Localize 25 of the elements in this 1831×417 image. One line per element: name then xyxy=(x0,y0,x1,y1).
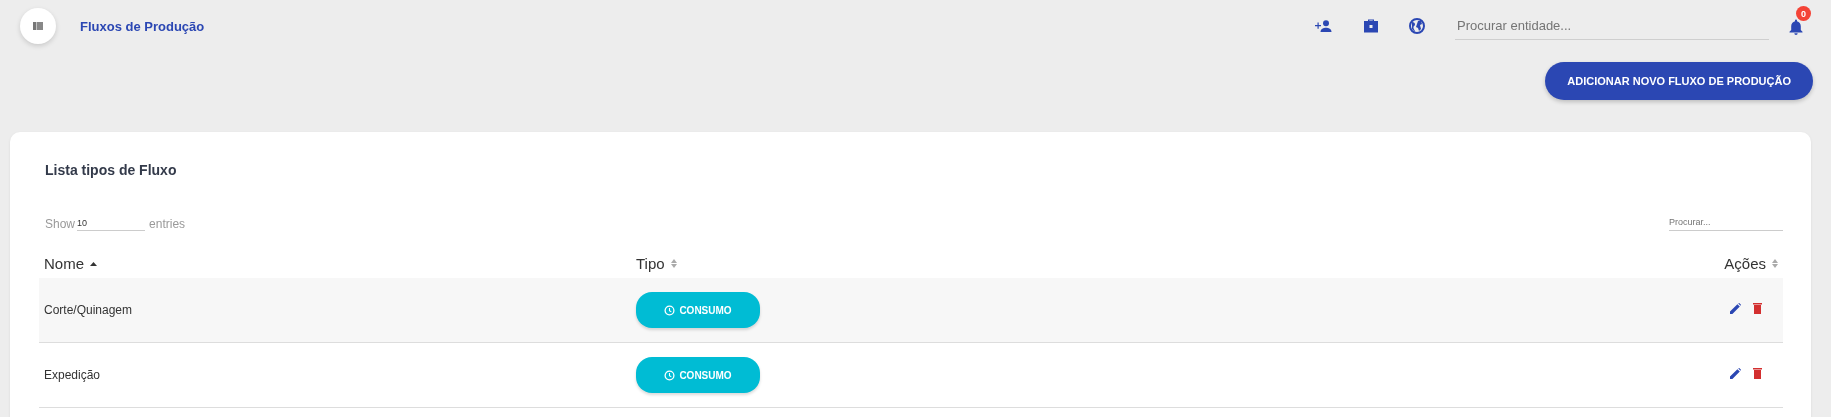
add-flow-button[interactable]: ADICIONAR NOVO FLUXO DE PRODUÇÃO xyxy=(1545,62,1813,100)
entries-label: entries xyxy=(149,217,186,231)
edit-icon[interactable] xyxy=(1730,368,1741,379)
table-cell: Expedição xyxy=(44,368,101,382)
clock-icon xyxy=(664,304,676,316)
notification-badge: 0 xyxy=(1796,6,1811,21)
bell-icon[interactable] xyxy=(1789,19,1803,35)
delete-icon[interactable] xyxy=(1753,368,1762,379)
show-label: Show xyxy=(45,217,76,231)
toolbox-icon[interactable] xyxy=(1363,19,1379,33)
menu-button[interactable] xyxy=(20,8,56,44)
column-header[interactable]: Nome xyxy=(44,255,84,272)
column-header[interactable]: Ações xyxy=(1724,255,1766,272)
clock-icon xyxy=(664,369,676,381)
edit-icon[interactable] xyxy=(1730,303,1741,314)
card-title: Lista tipos de Fluxo xyxy=(44,162,178,178)
menu-icon xyxy=(33,22,43,30)
column-header[interactable]: Tipo xyxy=(636,255,665,272)
entity-search-field[interactable]: Procurar entidade... xyxy=(1455,12,1769,40)
delete-icon[interactable] xyxy=(1753,303,1762,314)
table-cell: Corte/Quinagem xyxy=(44,303,133,317)
globe-icon[interactable] xyxy=(1409,18,1425,34)
add-user-icon[interactable] xyxy=(1315,20,1333,32)
page-title: Fluxos de Produção xyxy=(80,18,205,34)
sort-up-icon[interactable] xyxy=(90,261,97,266)
